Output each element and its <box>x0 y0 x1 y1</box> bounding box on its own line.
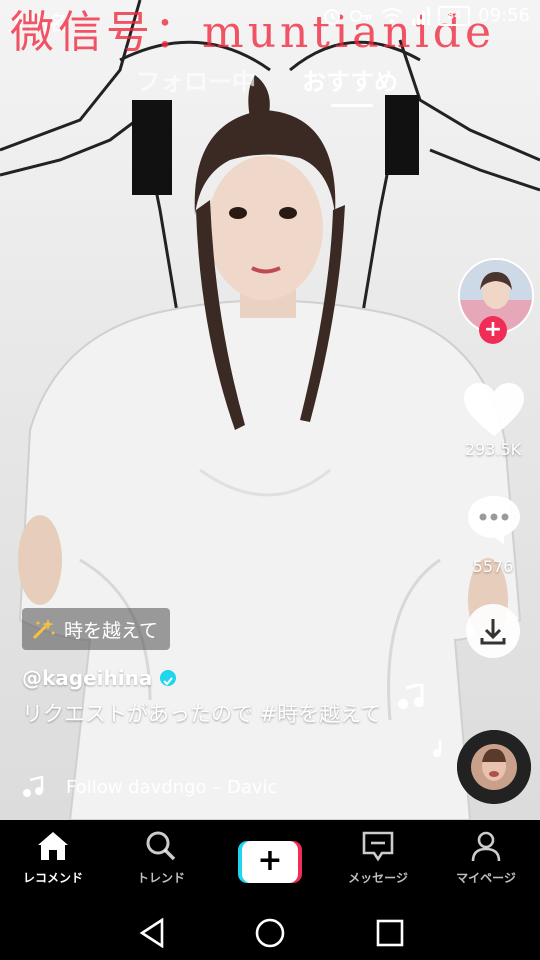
nav-profile-label: マイページ <box>456 871 516 885</box>
home-circle-icon[interactable] <box>250 916 290 950</box>
like-count: 293.5K <box>464 440 522 459</box>
nav-messages-label: メッセージ <box>348 871 408 885</box>
bottom-nav-bar: レコメンド トレンド + メッセージ マイページ <box>0 820 540 906</box>
home-icon <box>38 832 68 860</box>
creator-username-row[interactable]: @kageihina <box>22 666 177 690</box>
app-screen: 大品名 微信号：muntianide 84 09:56 フォロー中 おすすめ + <box>0 0 540 960</box>
profile-icon <box>471 831 501 862</box>
effect-chip[interactable]: 時を越えて <box>22 608 171 650</box>
wifi-icon <box>381 7 403 23</box>
download-icon <box>480 619 506 645</box>
comment-count: 5576 <box>472 557 514 576</box>
music-disc[interactable] <box>457 730 531 804</box>
tab-for-you[interactable]: おすすめ <box>302 62 398 97</box>
floating-music-note-icon <box>398 684 424 709</box>
music-note-icon <box>23 776 44 797</box>
status-bar: 大品名 微信号：muntianide 84 09:56 <box>0 0 540 58</box>
active-tab-indicator <box>331 104 373 107</box>
nav-trend[interactable]: トレンド <box>111 830 211 886</box>
status-time: 09:56 <box>478 5 530 26</box>
battery-indicator: 84 <box>438 5 471 26</box>
alarm-icon <box>324 8 341 25</box>
back-triangle-icon[interactable] <box>132 916 172 950</box>
video-caption[interactable]: リクエストがあったので #時を越えて <box>22 700 392 728</box>
create-button[interactable]: + <box>238 841 302 883</box>
music-info[interactable]: Follow davdngo – Davic <box>22 774 302 800</box>
nav-home-label: レコメンド <box>22 871 83 885</box>
message-icon <box>362 831 394 862</box>
nav-trend-label: トレンド <box>136 871 185 885</box>
music-disc-image <box>457 730 531 804</box>
music-title: Follow davdngo – Davic <box>66 776 278 798</box>
follow-plus-button[interactable]: + <box>479 316 507 344</box>
download-button[interactable] <box>466 604 520 658</box>
signal-icon <box>412 6 431 25</box>
create-plus-icon: + <box>242 841 298 883</box>
video-player[interactable] <box>0 0 540 820</box>
nav-messages[interactable]: メッセージ <box>328 830 428 886</box>
verified-badge-icon <box>160 670 177 686</box>
effect-label: 時を越えて <box>64 619 159 642</box>
creator-username[interactable]: @kageihina <box>22 666 152 690</box>
key-icon <box>350 9 372 22</box>
status-icons: 84 09:56 <box>322 5 530 26</box>
floating-music-note-icon-small <box>433 740 442 757</box>
like-heart-icon[interactable] <box>462 382 526 438</box>
recents-square-icon[interactable] <box>370 916 410 950</box>
comment-icon[interactable] <box>466 494 522 546</box>
nav-profile[interactable]: マイページ <box>436 830 536 886</box>
tab-following[interactable]: フォロー中 <box>136 62 256 97</box>
effect-sparkle-icon <box>32 619 55 640</box>
system-navigation-bar <box>0 906 540 960</box>
video-frame <box>0 0 540 820</box>
nav-home[interactable]: レコメンド <box>3 830 103 886</box>
search-icon <box>146 831 176 861</box>
